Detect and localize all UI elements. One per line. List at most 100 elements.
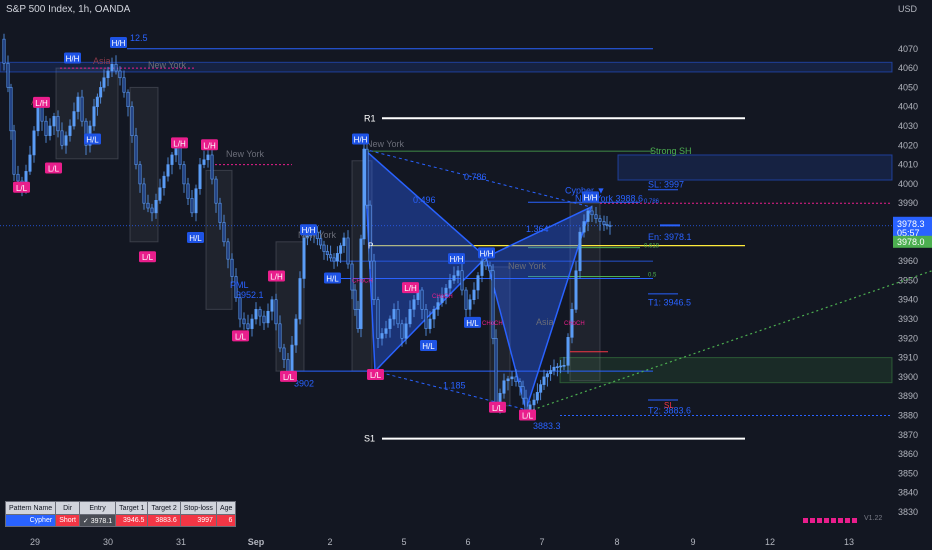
chart-annotation: 3952.1 — [236, 290, 264, 300]
pattern-ratio-label: 0.786 — [464, 172, 487, 182]
candle-body — [582, 221, 586, 233]
candle-body — [408, 309, 412, 325]
candle-body — [376, 299, 380, 339]
strong-high-label: Strong SH — [650, 146, 692, 156]
candle-body — [218, 202, 222, 223]
candle-body — [40, 106, 44, 122]
candle-body — [608, 225, 612, 227]
candle-body — [126, 91, 130, 107]
table-cell-target2: 3883.6 — [147, 514, 181, 527]
version-label: V1.22 — [864, 515, 883, 522]
chart-annotation: PML — [230, 280, 249, 290]
demand-zone — [559, 357, 893, 384]
candle-body — [134, 135, 138, 165]
x-tick-label: 29 — [30, 537, 40, 547]
order-block-zone — [617, 154, 893, 181]
swing-label: H/L — [422, 342, 435, 351]
candle-body — [539, 384, 543, 393]
table-cell-age: 6 — [215, 514, 237, 527]
swing-label: H/H — [584, 193, 598, 202]
candle-body — [524, 397, 528, 411]
candle-body — [356, 309, 360, 329]
candle-body — [210, 154, 214, 180]
candle-body — [226, 241, 230, 260]
candle-body — [362, 148, 366, 240]
y-tick-label: 4010 — [898, 160, 918, 170]
y-tick-label: 3830 — [898, 507, 918, 517]
x-tick-label: 7 — [539, 537, 544, 547]
chart-annotation: CHoCH — [564, 321, 585, 327]
candle-body — [514, 376, 518, 383]
candle-body — [118, 70, 122, 79]
swing-label: H/H — [450, 255, 464, 264]
table-header: Stop-loss — [179, 501, 217, 515]
candle-body — [278, 323, 282, 349]
candle-body — [388, 318, 392, 329]
swing-label: L/L — [283, 373, 295, 382]
candle-body — [282, 347, 286, 360]
pattern-ratio-label: 0.496 — [413, 195, 436, 205]
candle-body — [2, 38, 6, 64]
swing-label: L/L — [492, 404, 504, 413]
candle-body — [298, 278, 302, 320]
candle-body — [270, 299, 274, 312]
candle-body — [274, 299, 278, 325]
candle-body — [142, 183, 146, 204]
chart-annotation: 3902 — [294, 379, 314, 389]
candle-body — [76, 96, 80, 112]
x-tick-label: 30 — [103, 537, 113, 547]
candle-body — [506, 378, 510, 382]
candle-body — [68, 125, 72, 136]
table-header: Dir — [55, 501, 80, 515]
chart-annotation: CHoCH — [432, 294, 453, 300]
y-tick-label: 3950 — [898, 275, 918, 285]
candle-body — [392, 309, 396, 320]
candle-body — [48, 125, 52, 136]
y-tick-label: 3850 — [898, 468, 918, 478]
candle-body — [92, 106, 96, 127]
swing-label: L/H — [404, 284, 417, 293]
swing-label: H/H — [66, 54, 80, 63]
swing-label: H/H — [302, 226, 316, 235]
chart-annotation: New York — [508, 261, 547, 271]
candle-body — [452, 275, 456, 281]
candle-body — [325, 251, 329, 255]
candle-body — [384, 328, 388, 334]
swing-label: H/L — [466, 319, 479, 328]
candle-body — [480, 260, 484, 276]
candle-body — [380, 333, 384, 339]
candle-body — [99, 87, 103, 98]
candle-body — [368, 204, 372, 262]
secondary-price-value: 3978.0 — [897, 237, 925, 247]
candle-body — [150, 207, 154, 214]
candle-body — [28, 154, 32, 172]
candle-body — [250, 318, 254, 329]
candle-body — [258, 309, 262, 317]
y-tick-label: 3960 — [898, 256, 918, 266]
y-tick-label: 3930 — [898, 314, 918, 324]
candle-body — [346, 237, 350, 265]
pattern-table: Pattern Name Dir Entry Target 1 Target 2… — [4, 501, 237, 527]
x-tick-label: 8 — [614, 537, 619, 547]
y-tick-label: 3870 — [898, 430, 918, 440]
candle-body — [404, 323, 408, 339]
swing-label: H/H — [354, 136, 368, 145]
chart-annotation: New York — [366, 139, 405, 149]
fib-label: 0.618 — [644, 244, 660, 250]
price-chart[interactable]: 3830 3840 3850 3860 3870 3880 3890 3900 3910 3920… — [0, 0, 932, 550]
y-tick-label: 3840 — [898, 488, 918, 498]
candle-body — [335, 253, 339, 262]
candle-body — [286, 359, 290, 372]
candle-body — [56, 116, 60, 132]
swing-label: L/H — [35, 99, 48, 108]
candle-body — [521, 386, 525, 399]
currency-label: USD — [898, 4, 918, 14]
candle-body — [350, 263, 354, 291]
candle-body — [396, 309, 400, 325]
candle-body — [372, 260, 376, 301]
s1-label: S1 — [364, 434, 375, 444]
swing-label: H/L — [326, 274, 339, 283]
candle-body — [400, 323, 404, 339]
candle-body — [206, 154, 210, 161]
candle-body — [9, 87, 13, 132]
